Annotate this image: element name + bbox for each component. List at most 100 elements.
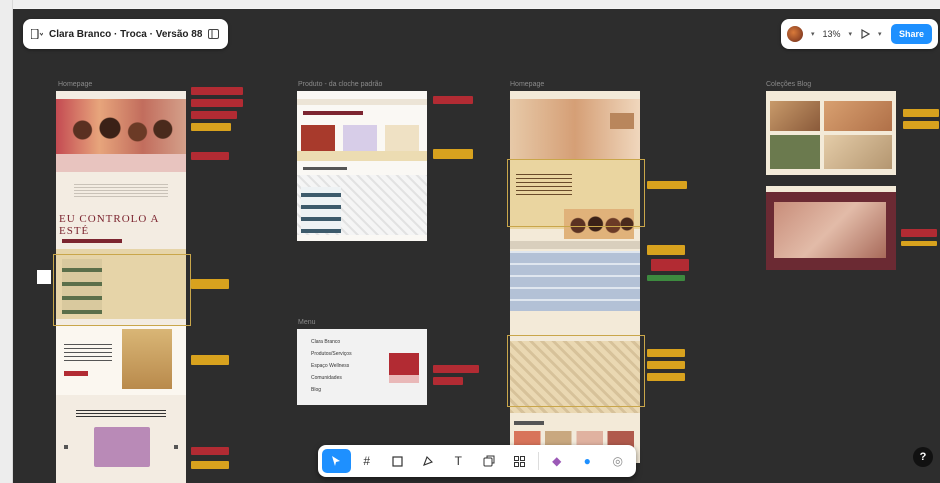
produto-list bbox=[301, 187, 341, 233]
colecoes-photo-3 bbox=[824, 135, 892, 169]
zoom-level[interactable]: 13% bbox=[823, 29, 841, 39]
frame-label-homepage[interactable]: Homepage bbox=[58, 81, 92, 88]
menu-item-4[interactable]: Comunidades bbox=[311, 375, 342, 381]
sticky-note-yellow[interactable] bbox=[647, 181, 687, 189]
pink-strip bbox=[56, 154, 186, 172]
menu-cta-card bbox=[389, 353, 419, 375]
sticky-note-red[interactable] bbox=[433, 377, 463, 385]
sticky-note-red[interactable] bbox=[901, 229, 937, 237]
frame-label-menu[interactable]: Menu bbox=[298, 319, 316, 326]
menu-item-1[interactable]: Clara Branco bbox=[311, 339, 340, 345]
sticky-note-red[interactable] bbox=[433, 96, 473, 104]
product-title bbox=[76, 409, 166, 417]
product-arrow-right[interactable] bbox=[174, 445, 178, 449]
services-highlight bbox=[53, 254, 191, 326]
layout-panel-icon[interactable] bbox=[208, 29, 220, 39]
produto-band bbox=[297, 151, 427, 161]
hp2-hero-thumb bbox=[610, 113, 634, 129]
left-ruler bbox=[0, 0, 13, 483]
colecoes-photo-1 bbox=[770, 101, 820, 131]
frame-label-homepage-2[interactable]: Homepage bbox=[510, 81, 544, 88]
top-ruler bbox=[0, 0, 940, 8]
sticky-note-red[interactable] bbox=[433, 365, 479, 373]
frame-tool[interactable]: # bbox=[353, 449, 382, 473]
hp2-faq-header bbox=[510, 241, 640, 249]
file-title[interactable]: Clara Branco · Troca · Versão 88 bbox=[49, 29, 202, 40]
sticky-note-red[interactable] bbox=[191, 87, 243, 95]
sticky-note-yellow[interactable] bbox=[903, 109, 939, 117]
produto-header-bar bbox=[297, 99, 427, 105]
file-title-bar[interactable]: Clara Branco · Troca · Versão 88 bbox=[23, 19, 228, 49]
text-tool[interactable]: T bbox=[444, 449, 473, 473]
sticky-note-yellow[interactable] bbox=[191, 355, 229, 365]
colecoes-green-card bbox=[770, 135, 820, 169]
main-menu-icon[interactable] bbox=[31, 29, 43, 39]
sticky-note-yellow[interactable] bbox=[433, 149, 473, 159]
promo-text bbox=[64, 341, 112, 361]
comment-icon[interactable]: ● bbox=[573, 449, 602, 473]
bottom-toolbar: # T ◆ ● ◎ bbox=[318, 445, 636, 477]
menu-item-2[interactable]: Produtos/Serviços bbox=[311, 351, 352, 357]
design-canvas[interactable]: Clara Branco · Troca · Versão 88 ▾ 13% ▾… bbox=[13, 9, 940, 483]
hp2-blog-title bbox=[514, 421, 544, 425]
sticky-note-yellow[interactable] bbox=[647, 245, 685, 255]
move-tool[interactable] bbox=[322, 449, 351, 473]
frame-homepage-2[interactable] bbox=[510, 91, 640, 483]
promo-image bbox=[122, 329, 172, 389]
frame-produto[interactable] bbox=[297, 91, 427, 241]
share-button[interactable]: Share bbox=[890, 24, 932, 44]
sticky-note-red[interactable] bbox=[651, 259, 689, 271]
sticky-note-green[interactable] bbox=[647, 275, 685, 281]
shape-tool[interactable] bbox=[383, 449, 412, 473]
homepage-headline: EU CONTROLO A ESTÉ bbox=[59, 213, 159, 237]
hp2-map-highlight bbox=[507, 335, 645, 407]
sticky-note-yellow[interactable] bbox=[191, 279, 229, 289]
frame-colecoes-2[interactable] bbox=[766, 186, 896, 270]
produto-section-title bbox=[303, 167, 347, 170]
frame-label-produto[interactable]: Produto - da cloche padrão bbox=[298, 81, 382, 88]
colecoes-photo-2 bbox=[824, 101, 892, 131]
produto-title bbox=[303, 111, 363, 115]
hp2-highlight bbox=[507, 159, 645, 227]
chevron-down-icon[interactable]: ▾ bbox=[811, 30, 815, 38]
sticky-note-yellow[interactable] bbox=[901, 241, 937, 246]
present-play-icon[interactable] bbox=[860, 29, 871, 39]
menu-cta-strip bbox=[389, 375, 419, 383]
intro-text bbox=[74, 183, 168, 197]
sticky-note-yellow[interactable] bbox=[647, 361, 685, 369]
sticky-note-yellow[interactable] bbox=[191, 461, 229, 469]
frame-colecoes[interactable] bbox=[766, 91, 896, 175]
frame-label-colecoes[interactable]: Coleções Blog bbox=[766, 81, 811, 88]
sticky-note-red[interactable] bbox=[191, 447, 229, 455]
hero-faces bbox=[66, 111, 176, 149]
layout-grid-tool[interactable] bbox=[505, 449, 534, 473]
chevron-down-icon[interactable]: ▾ bbox=[878, 30, 882, 38]
chevron-down-icon[interactable]: ▾ bbox=[849, 30, 853, 38]
pen-tool[interactable] bbox=[414, 449, 443, 473]
sticky-note-yellow[interactable] bbox=[647, 349, 685, 357]
help-button[interactable]: ? bbox=[913, 447, 933, 467]
sticky-note-yellow[interactable] bbox=[647, 373, 685, 381]
sticky-note-yellow[interactable] bbox=[191, 123, 231, 131]
hp2-faq-list bbox=[510, 251, 640, 311]
frame-selection-box[interactable] bbox=[37, 270, 51, 284]
colecoes2-header bbox=[766, 186, 896, 192]
section-title bbox=[62, 239, 122, 243]
product-arrow-left[interactable] bbox=[64, 445, 68, 449]
frame-menu[interactable]: Clara Branco Produtos/Serviços Espaço We… bbox=[297, 329, 427, 405]
menu-item-5[interactable]: Blog bbox=[311, 387, 321, 393]
top-right-controls: ▾ 13% ▾ ▾ Share bbox=[781, 19, 938, 49]
menu-item-3[interactable]: Espaço Wellness bbox=[311, 363, 349, 369]
toolbar-separator bbox=[537, 452, 539, 470]
resources-tool[interactable] bbox=[475, 449, 504, 473]
user-avatar[interactable] bbox=[787, 26, 803, 42]
sticky-note-red[interactable] bbox=[191, 152, 229, 160]
sticky-note-red[interactable] bbox=[191, 99, 243, 107]
promo-button bbox=[64, 371, 88, 376]
sticky-note-red[interactable] bbox=[191, 111, 237, 119]
sticky-note-yellow[interactable] bbox=[903, 121, 939, 129]
dev-mode-icon[interactable]: ◆ bbox=[542, 449, 571, 473]
hp2-hero bbox=[510, 99, 640, 159]
product-box bbox=[94, 427, 150, 467]
share-canvas-icon[interactable]: ◎ bbox=[603, 449, 632, 473]
